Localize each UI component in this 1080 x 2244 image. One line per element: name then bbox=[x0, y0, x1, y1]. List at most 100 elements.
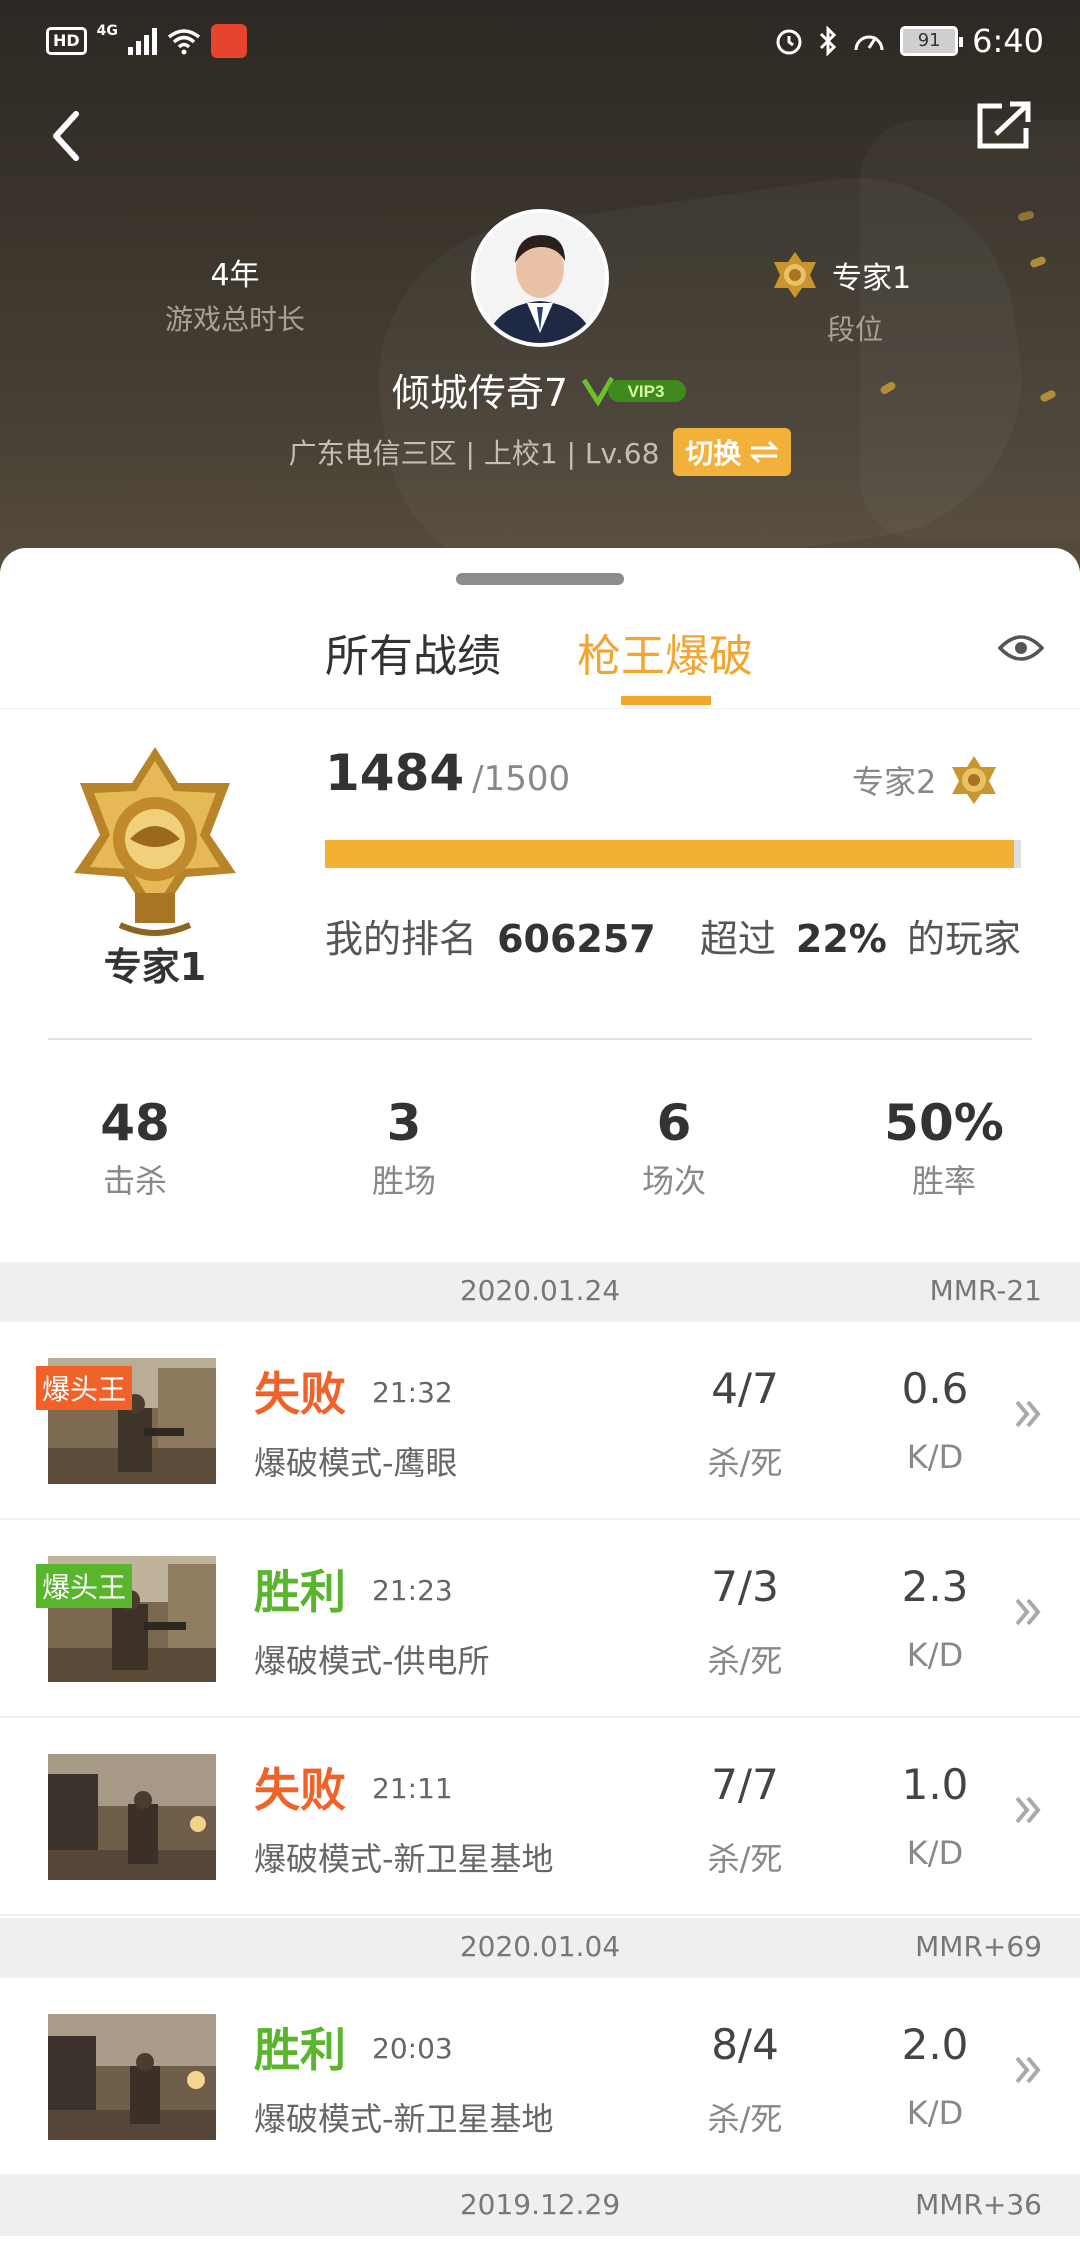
ranking-label: 我的排名 bbox=[325, 917, 478, 961]
stat-kills: 48 击杀 bbox=[35, 1094, 235, 1202]
kills-deaths-label: 杀/死 bbox=[707, 2100, 783, 2138]
speed-icon bbox=[854, 35, 884, 51]
kills-deaths-label: 杀/死 bbox=[707, 1840, 783, 1878]
date-label: 2020.01.24 bbox=[459, 1274, 621, 1307]
kills-deaths-label: 杀/死 bbox=[707, 1642, 783, 1680]
next-rank-label: 专家2 bbox=[852, 763, 937, 801]
stat-label: 场次 bbox=[641, 1162, 706, 1200]
kd-ratio-label: K/D bbox=[906, 2094, 964, 2132]
current-rank-label: 段位 bbox=[826, 313, 883, 346]
kd-ratio-label: K/D bbox=[906, 1636, 964, 1674]
tab-divider bbox=[0, 708, 1080, 709]
match-mode: 爆破模式-新卫星基地 bbox=[254, 1840, 554, 1878]
app-notification-icon bbox=[210, 24, 247, 58]
stat-wins: 3 胜场 bbox=[304, 1094, 504, 1202]
chevron-right-icon bbox=[1015, 1400, 1041, 1428]
tab-sniper-demolition[interactable]: 枪王爆破 bbox=[577, 620, 753, 684]
stat-matches: 6 场次 bbox=[574, 1094, 774, 1202]
kills-deaths: 4/7 bbox=[711, 1364, 779, 1413]
profile-header: HD 4G 91 6:40 4年 游戏总时长 专家1 段位 倾城传奇7 VIP3… bbox=[0, 0, 1080, 600]
match-row[interactable]: 爆头王 胜利 21:23 爆破模式-供电所 7/3 杀/死 2.3 K/D bbox=[0, 1520, 1080, 1718]
date-header: 2020.01.24 MMR-21 bbox=[0, 1262, 1080, 1322]
match-thumbnail bbox=[48, 1754, 216, 1880]
play-duration: 4年 游戏总时长 bbox=[130, 250, 340, 338]
match-row[interactable]: 爆头王 失败 21:32 爆破模式-鹰眼 4/7 杀/死 0.6 K/D bbox=[0, 1322, 1080, 1520]
kills-deaths: 7/3 bbox=[711, 1562, 779, 1611]
play-duration-label: 游戏总时长 bbox=[164, 303, 305, 336]
signal-icon bbox=[127, 27, 157, 55]
chevron-right-icon bbox=[1015, 1598, 1041, 1626]
match-time: 20:03 bbox=[372, 2032, 453, 2065]
kd-ratio: 2.3 bbox=[901, 1562, 969, 1611]
switch-arrows-icon bbox=[749, 440, 780, 464]
nickname: 倾城传奇7 bbox=[391, 371, 569, 415]
headshot-king-tag: 爆头王 bbox=[36, 1564, 133, 1608]
kills-deaths: 8/4 bbox=[711, 2020, 779, 2069]
rank-progress-bar bbox=[325, 840, 1021, 868]
switch-label: 切换 bbox=[685, 437, 742, 470]
switch-button[interactable]: 切换 bbox=[673, 428, 792, 476]
kd-ratio: 0.6 bbox=[901, 1364, 969, 1413]
stat-value: 50% bbox=[884, 1094, 1004, 1152]
share-icon[interactable] bbox=[972, 98, 1034, 154]
nickname-row: 倾城传奇7 VIP3 bbox=[0, 362, 1080, 417]
status-bar: HD 4G 91 6:40 bbox=[0, 0, 1080, 84]
bluetooth-icon bbox=[820, 26, 837, 56]
hd-indicator: HD bbox=[46, 27, 87, 55]
exceed-suffix: 的玩家 bbox=[906, 917, 1021, 961]
rank-name: 专家1 bbox=[103, 945, 207, 989]
date-header: 2020.01.04 MMR+69 bbox=[0, 1918, 1080, 1978]
exceed-prefix: 超过 bbox=[699, 917, 776, 961]
server-row: 广东电信三区 | 上校1 | Lv.68 切换 bbox=[0, 428, 1080, 476]
ranking-value: 606257 bbox=[497, 917, 656, 961]
match-result: 失败 bbox=[254, 1763, 346, 1817]
match-result: 胜利 bbox=[254, 1565, 346, 1619]
eye-icon[interactable] bbox=[998, 632, 1044, 664]
wifi-icon bbox=[167, 29, 200, 55]
match-row[interactable]: 胜利 20:03 爆破模式-新卫星基地 8/4 杀/死 2.0 K/D bbox=[0, 1978, 1080, 2176]
match-result: 失败 bbox=[254, 1367, 346, 1421]
play-duration-value: 4年 bbox=[210, 258, 260, 293]
match-row[interactable]: 失败 21:11 爆破模式-新卫星基地 7/7 杀/死 1.0 K/D bbox=[0, 1718, 1080, 1916]
kd-ratio: 1.0 bbox=[901, 1760, 969, 1809]
rank-score: 1484 /1500 bbox=[325, 744, 570, 802]
server-info: 广东电信三区 | 上校1 | Lv.68 bbox=[288, 437, 660, 470]
tab-all-records[interactable]: 所有战绩 bbox=[325, 620, 501, 684]
score-max: /1500 bbox=[472, 759, 571, 799]
stat-value: 6 bbox=[656, 1094, 692, 1152]
battery-indicator: 91 bbox=[900, 26, 964, 56]
kills-deaths: 7/7 bbox=[711, 1760, 779, 1809]
drag-handle[interactable] bbox=[456, 573, 624, 585]
avatar-image bbox=[475, 213, 605, 343]
rank-emblem-icon bbox=[774, 252, 816, 298]
network-type: 4G bbox=[96, 23, 118, 39]
ranking-row: 我的排名 606257 超过 22% 的玩家 bbox=[325, 908, 1021, 963]
mmr-change: MMR+69 bbox=[915, 1930, 1042, 1963]
stat-label: 胜率 bbox=[911, 1162, 976, 1200]
kd-ratio: 2.0 bbox=[901, 2020, 969, 2069]
rank-progress-fill bbox=[325, 840, 1015, 868]
chevron-right-icon bbox=[1015, 2056, 1041, 2084]
kd-ratio-label: K/D bbox=[906, 1834, 964, 1872]
clock: 6:40 bbox=[972, 22, 1044, 60]
stat-label: 击杀 bbox=[102, 1162, 167, 1200]
match-mode: 爆破模式-新卫星基地 bbox=[254, 2100, 554, 2138]
mmr-change: MMR-21 bbox=[929, 1274, 1042, 1307]
vip-icon: VIP3 bbox=[582, 376, 687, 406]
match-time: 21:23 bbox=[372, 1574, 453, 1607]
mmr-change: MMR+36 bbox=[915, 2188, 1042, 2221]
next-rank: 专家2 bbox=[852, 754, 1000, 806]
back-arrow-icon[interactable] bbox=[40, 100, 100, 170]
stat-win-rate: 50% 胜率 bbox=[844, 1094, 1044, 1202]
current-rank-value: 专家1 bbox=[832, 261, 912, 296]
match-result: 胜利 bbox=[254, 2023, 346, 2077]
stat-value: 48 bbox=[100, 1094, 170, 1152]
headshot-king-tag: 爆头王 bbox=[36, 1366, 133, 1410]
tab-indicator bbox=[621, 696, 711, 705]
stat-label: 胜场 bbox=[371, 1162, 436, 1200]
stat-value: 3 bbox=[386, 1094, 422, 1152]
chevron-right-icon bbox=[1015, 1796, 1041, 1824]
avatar[interactable] bbox=[471, 209, 609, 347]
exceed-value: 22% bbox=[795, 917, 887, 961]
score-value: 1484 bbox=[325, 744, 465, 802]
